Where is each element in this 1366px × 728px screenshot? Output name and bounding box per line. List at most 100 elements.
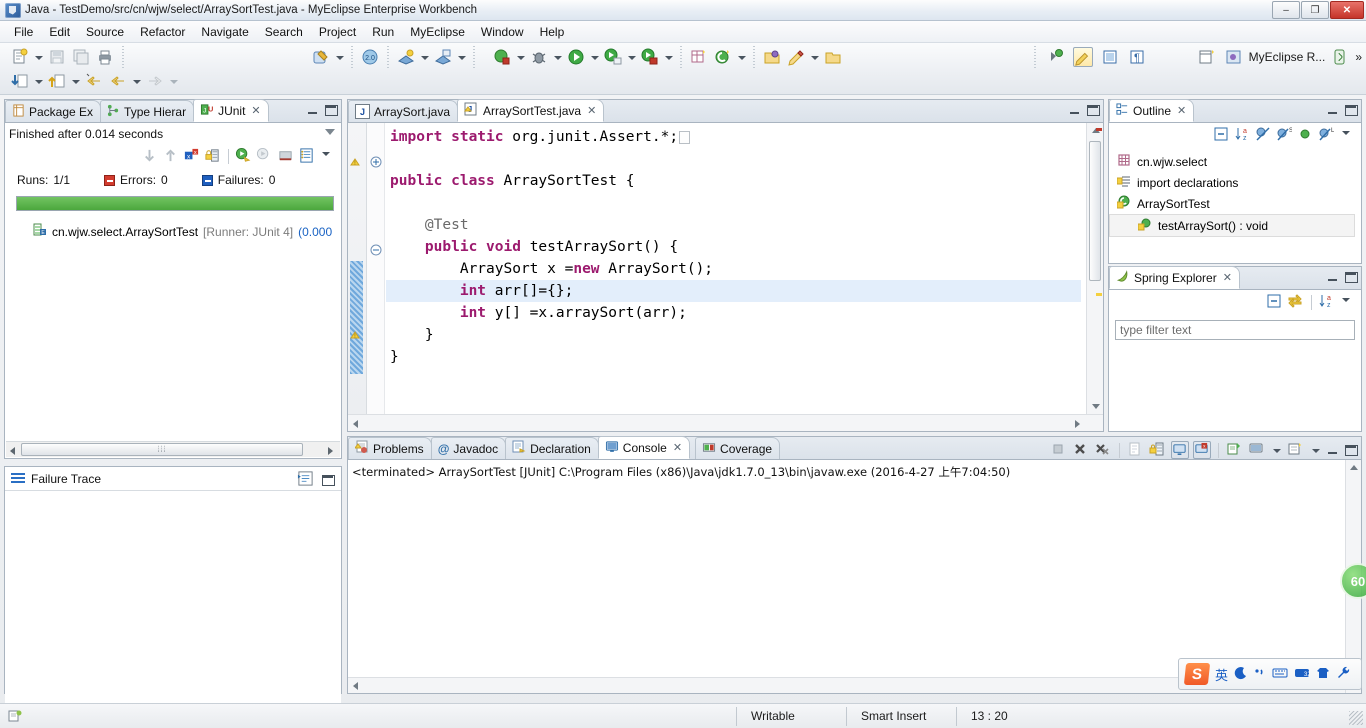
- outline-item-imports[interactable]: import declarations: [1109, 172, 1361, 193]
- collapsed-imports-box[interactable]: [679, 130, 691, 144]
- menu-myeclipse[interactable]: MyEclipse: [402, 23, 473, 41]
- remove-launch-icon[interactable]: [1072, 441, 1090, 459]
- test-tree-item[interactable]: E cn.wjw.select.ArraySortTest [Runner: J…: [5, 221, 341, 242]
- editor-code-area[interactable]: import static org.junit.Assert.*; public …: [386, 123, 1081, 414]
- editor-folding-ruler[interactable]: [367, 123, 385, 414]
- close-icon[interactable]: ✕: [251, 104, 260, 117]
- server-icon[interactable]: [433, 47, 453, 67]
- minimize-view-icon[interactable]: [1326, 443, 1340, 457]
- outline-item-class[interactable]: ArraySortTest: [1109, 193, 1361, 214]
- debug-run-icon[interactable]: [492, 47, 512, 67]
- lock-scroll-icon[interactable]: [204, 147, 222, 165]
- view-menu-arrow-icon[interactable]: [319, 147, 337, 165]
- new-class-icon[interactable]: [713, 47, 733, 67]
- code-line[interactable]: import static org.junit.Assert.*;: [386, 126, 1081, 148]
- previous-annotation-dropdown-icon[interactable]: [70, 71, 81, 91]
- minimize-view-icon[interactable]: [1326, 103, 1340, 117]
- new-console-dropdown-icon[interactable]: [1271, 440, 1282, 460]
- open-console-icon[interactable]: [1226, 441, 1244, 459]
- sogou-logo-icon[interactable]: S: [1183, 663, 1211, 685]
- junit-horizontal-scrollbar[interactable]: ⦙⦙⦙: [6, 441, 340, 457]
- tab-type-hierarchy[interactable]: Type Hierar: [100, 100, 195, 122]
- maximize-view-icon[interactable]: [1344, 103, 1358, 117]
- code-line[interactable]: int y[] =x.arraySort(arr);: [386, 302, 1081, 324]
- close-button[interactable]: ✕: [1330, 1, 1364, 19]
- tab-package-explorer[interactable]: Package Ex: [5, 100, 102, 122]
- tab-spring-explorer[interactable]: Spring Explorer ✕: [1109, 266, 1240, 289]
- link-with-editor-icon[interactable]: [1287, 293, 1305, 311]
- code-line[interactable]: [386, 192, 1081, 214]
- resize-grip[interactable]: [1349, 711, 1363, 725]
- outline-item-method[interactable]: testArraySort() : void: [1109, 214, 1355, 237]
- scroll-down-icon[interactable]: [1088, 399, 1103, 414]
- code-line[interactable]: public class ArraySortTest {: [386, 170, 1081, 192]
- ime-mode-label[interactable]: 英: [1215, 665, 1228, 684]
- search-task-icon[interactable]: [786, 47, 806, 67]
- toggle-block-selection-icon[interactable]: [1100, 47, 1120, 67]
- sort-icon[interactable]: az: [1318, 293, 1336, 311]
- code-line[interactable]: ArraySort x =new ArraySort();: [386, 258, 1081, 280]
- java-perspective-icon[interactable]: [1330, 47, 1350, 67]
- tab-outline[interactable]: Outline ✕: [1109, 99, 1195, 122]
- spring-filter-box[interactable]: type filter text: [1115, 320, 1355, 340]
- vscroll-thumb[interactable]: [1089, 141, 1101, 281]
- previous-annotation-icon[interactable]: [47, 71, 67, 91]
- rerun-test-icon[interactable]: [235, 147, 253, 165]
- menu-file[interactable]: File: [6, 23, 41, 41]
- test-run-history-icon[interactable]: [298, 147, 316, 165]
- scroll-left-icon[interactable]: [6, 443, 20, 457]
- close-icon[interactable]: ✕: [587, 104, 596, 117]
- comma-icon[interactable]: [1254, 666, 1266, 683]
- view-menu-icon[interactable]: [325, 129, 335, 135]
- code-line[interactable]: }: [386, 346, 1081, 368]
- collapse-all-icon[interactable]: [1213, 126, 1231, 144]
- new-wizard-dropdown-icon[interactable]: [33, 47, 44, 67]
- run-history-dropdown-icon[interactable]: [626, 47, 637, 67]
- code-line[interactable]: }: [386, 324, 1081, 346]
- menu-refactor[interactable]: Refactor: [132, 23, 193, 41]
- skin-icon[interactable]: [1316, 666, 1330, 683]
- deploy-dropdown-icon[interactable]: [419, 47, 430, 67]
- tab-coverage[interactable]: Coverage: [695, 437, 781, 459]
- menu-navigate[interactable]: Navigate: [193, 23, 256, 41]
- tab-arraysort-java[interactable]: J ArraySort.java: [348, 100, 459, 122]
- maximize-button[interactable]: ❐: [1301, 1, 1329, 19]
- editor-annotation-ruler[interactable]: ! !: [348, 123, 367, 414]
- toggle-highlight-icon[interactable]: [1072, 47, 1093, 67]
- wrench-icon[interactable]: [1336, 666, 1350, 683]
- sort-icon[interactable]: az: [1234, 126, 1252, 144]
- build-dropdown-icon[interactable]: [334, 47, 345, 67]
- new-class-dropdown-icon[interactable]: [736, 47, 747, 67]
- maximize-view-icon[interactable]: [1344, 270, 1358, 284]
- collapse-all-icon[interactable]: [1266, 293, 1284, 311]
- open-console-menu-icon[interactable]: [1287, 441, 1305, 459]
- tab-arraysorttest-java[interactable]: J ArraySortTest.java ✕: [457, 99, 605, 122]
- maximize-failure-trace-icon[interactable]: [321, 473, 335, 487]
- open-console-menu-dropdown-icon[interactable]: [1310, 440, 1321, 460]
- editor-horizontal-scrollbar[interactable]: [348, 414, 1103, 431]
- tab-javadoc[interactable]: @ Javadoc: [430, 437, 507, 459]
- menu-edit[interactable]: Edit: [41, 23, 78, 41]
- minimize-button[interactable]: –: [1272, 1, 1300, 19]
- editor-vertical-scrollbar[interactable]: [1086, 123, 1103, 414]
- search-task-dropdown-icon[interactable]: [809, 47, 820, 67]
- scroll-up-icon[interactable]: [1346, 460, 1361, 475]
- tab-junit[interactable]: JU JUnit ✕: [193, 99, 269, 122]
- show-failures-only-icon[interactable]: xx: [183, 147, 201, 165]
- myeclipse-perspective-icon[interactable]: [1224, 47, 1244, 67]
- tools-icon[interactable]: 32: [1294, 666, 1311, 683]
- open-resource-icon[interactable]: [823, 47, 843, 67]
- tab-console[interactable]: Console ✕: [597, 436, 691, 459]
- new-java-package-icon[interactable]: [689, 47, 709, 67]
- scroll-right-icon[interactable]: [323, 443, 337, 457]
- external-tools-dropdown-icon[interactable]: [663, 47, 674, 67]
- open-perspective-icon[interactable]: [1197, 47, 1217, 67]
- display-selected-console-icon[interactable]: x: [1193, 441, 1211, 459]
- menu-project[interactable]: Project: [311, 23, 364, 41]
- scroll-left-icon[interactable]: [348, 416, 363, 431]
- fold-collapse-icon[interactable]: [370, 244, 382, 259]
- menu-search[interactable]: Search: [257, 23, 311, 41]
- server-dropdown-icon[interactable]: [456, 47, 467, 67]
- tab-declaration[interactable]: Declaration: [505, 437, 599, 459]
- perspective-overflow[interactable]: »: [1355, 50, 1362, 64]
